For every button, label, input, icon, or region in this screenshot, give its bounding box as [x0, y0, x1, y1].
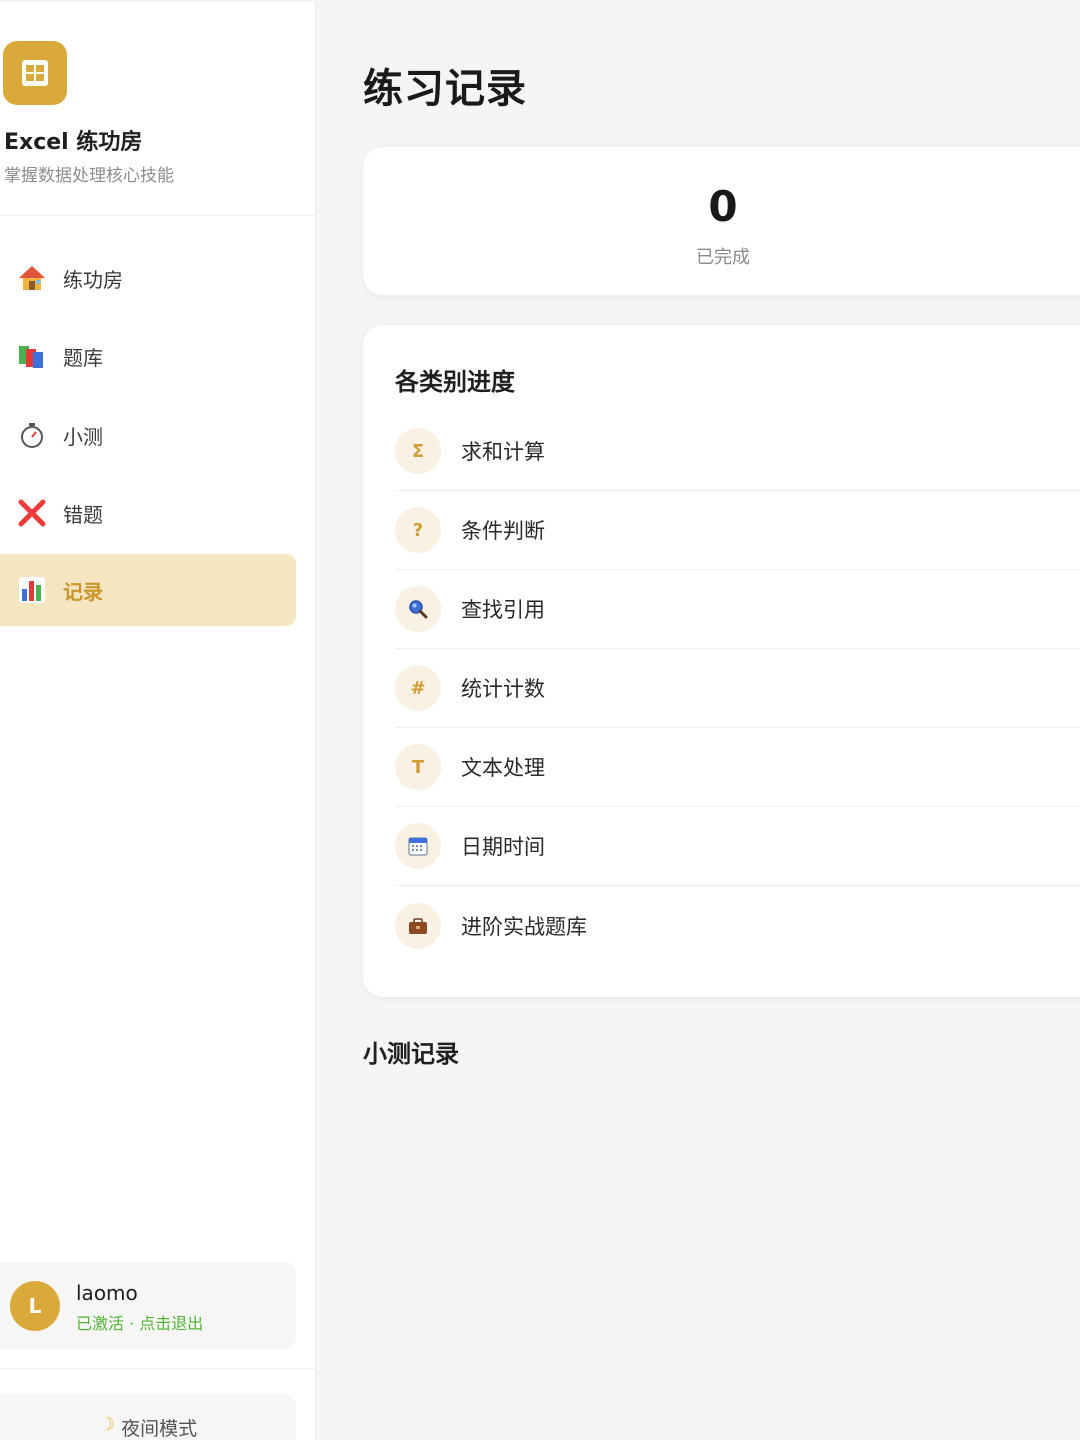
sidebar-item-label: 记录	[63, 579, 103, 604]
night-mode-button[interactable]: ☽ 夜间模式	[0, 1394, 296, 1440]
brand-header: Excel 练功房 掌握数据处理核心技能	[0, 2, 316, 216]
avatar: L	[10, 1281, 60, 1331]
category-label: 进阶实战题库	[461, 914, 587, 939]
category-progress-title: 各类别进度	[395, 368, 515, 396]
app-title: Excel 练功房	[4, 130, 143, 155]
sidebar-item-label: 练功房	[63, 267, 123, 292]
question-icon: ?	[395, 507, 441, 553]
bar-chart-icon	[16, 574, 48, 606]
quiz-records-title: 小测记录	[363, 1040, 459, 1068]
calendar-icon	[395, 823, 441, 869]
user-card[interactable]: L laomo 已激活 · 点击退出	[0, 1262, 296, 1349]
sidebar-item-question-bank[interactable]: 题库	[0, 320, 296, 392]
text-icon: T	[395, 744, 441, 790]
category-row-text[interactable]: T 文本处理	[395, 728, 1080, 807]
sidebar-item-label: 错题	[63, 502, 103, 527]
category-row-advanced[interactable]: 进阶实战题库	[395, 886, 1080, 965]
sidebar: Excel 练功房 掌握数据处理核心技能 练功房 题库 小测 错题 记录 L l…	[0, 2, 316, 1440]
magnifier-icon	[395, 586, 441, 632]
sidebar-item-quiz[interactable]: 小测	[0, 399, 296, 471]
category-row-count[interactable]: # 统计计数	[395, 649, 1080, 728]
user-status-logout[interactable]: 已激活 · 点击退出	[76, 1310, 203, 1334]
category-label: 文本处理	[461, 756, 545, 780]
sidebar-item-mistakes[interactable]: 错题	[0, 477, 296, 549]
category-row-condition[interactable]: ? 条件判断	[395, 491, 1080, 570]
grid-icon	[3, 41, 67, 105]
cross-mark-icon	[16, 497, 48, 529]
category-row-lookup[interactable]: 查找引用	[395, 570, 1080, 649]
books-icon	[16, 340, 48, 372]
category-label: 查找引用	[461, 598, 545, 622]
sidebar-item-records[interactable]: 记录	[0, 554, 296, 626]
divider	[0, 1368, 316, 1369]
category-label: 求和计算	[461, 440, 545, 464]
moon-icon: ☽	[98, 1414, 116, 1435]
category-row-datetime[interactable]: 日期时间	[395, 807, 1080, 886]
category-row-sum[interactable]: Σ 求和计算	[395, 412, 1080, 491]
username: laomo	[76, 1281, 138, 1305]
app-subtitle: 掌握数据处理核心技能	[4, 166, 174, 186]
house-icon	[16, 262, 48, 294]
stopwatch-icon	[16, 419, 48, 451]
briefcase-icon	[395, 902, 441, 949]
sidebar-item-label: 题库	[63, 345, 103, 370]
completed-count: 0	[708, 182, 738, 231]
night-mode-label: 夜间模式	[121, 1418, 198, 1440]
sidebar-item-label: 小测	[63, 424, 103, 449]
category-label: 日期时间	[461, 835, 545, 859]
page-title: 练习记录	[363, 66, 527, 112]
sigma-icon: Σ	[395, 428, 441, 474]
hash-icon: #	[395, 665, 441, 711]
completed-label: 已完成	[696, 247, 750, 268]
category-label: 统计计数	[461, 677, 545, 701]
category-label: 条件判断	[461, 519, 545, 543]
sidebar-item-practice[interactable]: 练功房	[0, 242, 296, 314]
